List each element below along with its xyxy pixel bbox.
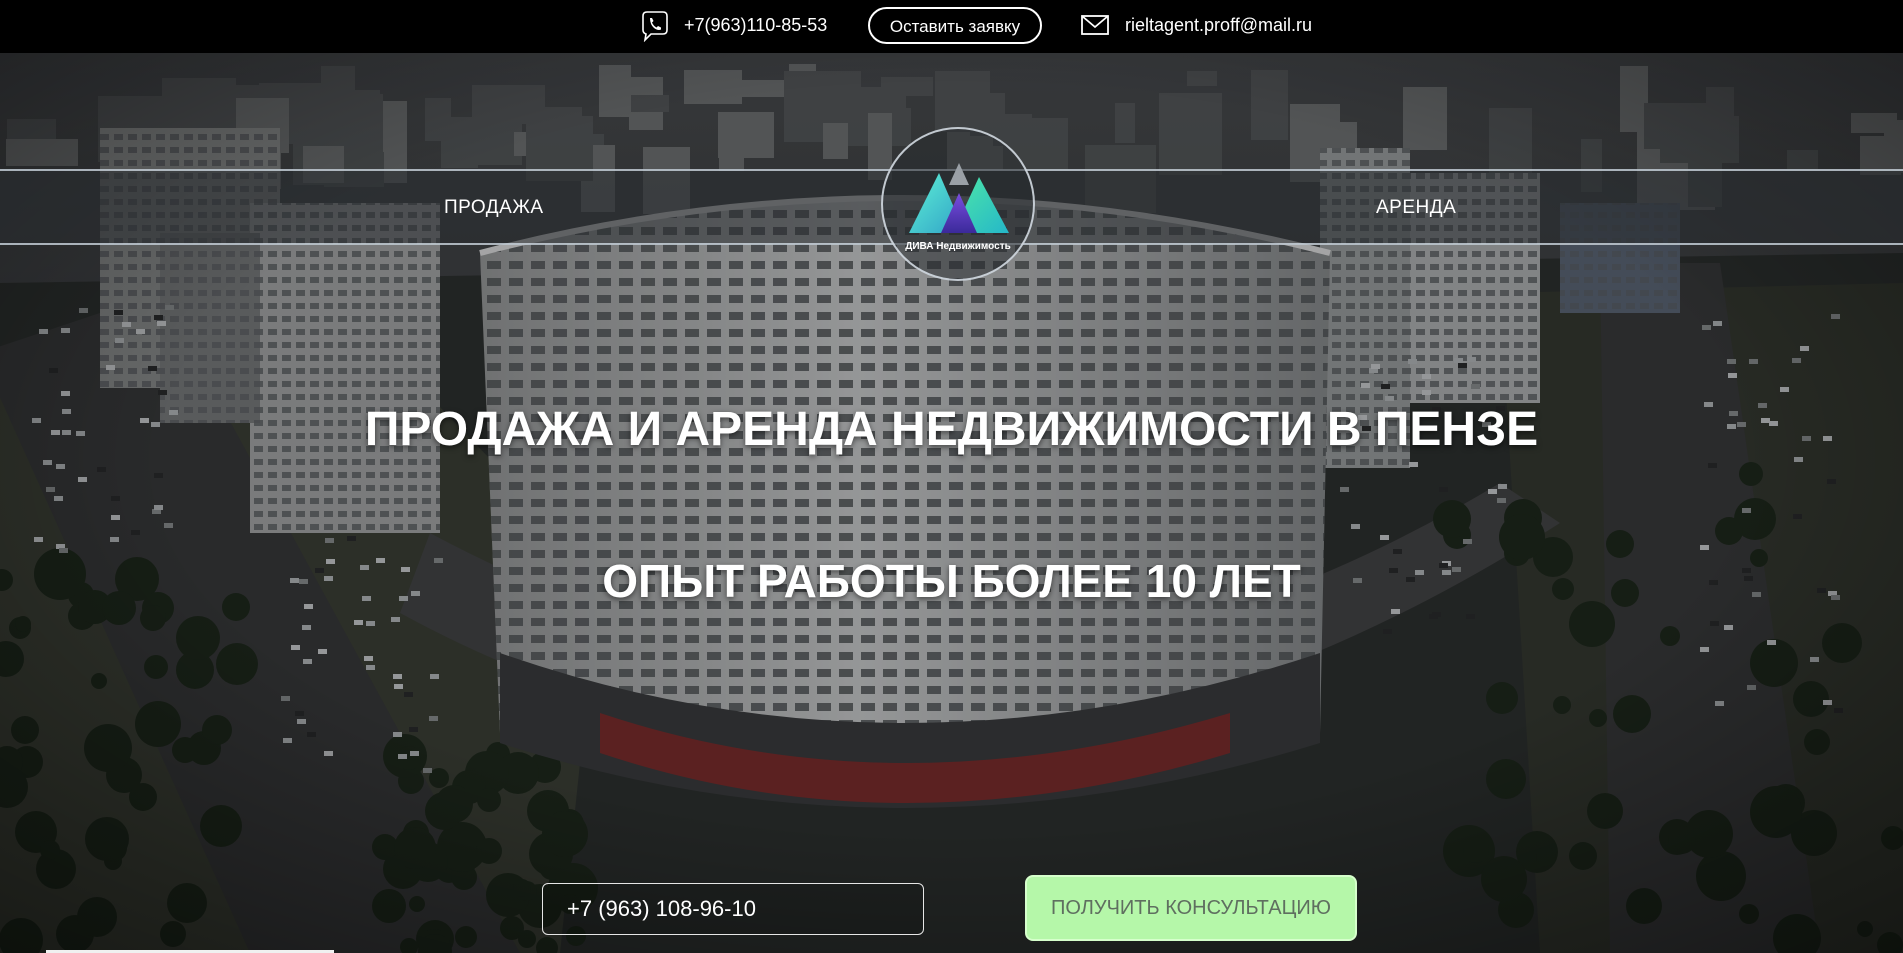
mail-icon[interactable] xyxy=(1080,13,1110,37)
get-consultation-button[interactable]: ПОЛУЧИТЬ КОНСУЛЬТАЦИЮ xyxy=(1025,875,1357,941)
request-button[interactable]: Оставить заявку xyxy=(868,7,1042,44)
hero-headline: ПРОДАЖА И АРЕНДА НЕДВИЖИМОСТИ В ПЕНЗЕ xyxy=(364,403,1539,456)
hero-subheadline: ОПЫТ РАБОТЫ БОЛЕЕ 10 ЛЕТ xyxy=(602,555,1301,607)
nav-sale-link[interactable]: ПРОДАЖА xyxy=(444,197,544,219)
top-bar: +7(963)110-85-53 Оставить заявку rieltag… xyxy=(0,0,1903,53)
logo-text: ДИВА Недвижимость xyxy=(905,241,1011,252)
nav-rent-link[interactable]: АРЕНДА xyxy=(1376,197,1456,219)
phone-icon[interactable] xyxy=(639,10,669,42)
mountain-logo-icon xyxy=(909,163,1009,233)
phone-input[interactable] xyxy=(542,883,924,935)
logo[interactable]: ДИВА Недвижимость xyxy=(881,127,1035,281)
topbar-email[interactable]: rieltagent.proff@mail.ru xyxy=(1125,13,1312,37)
hero-section: ПРОДАЖА АРЕНДА ДИВА Недвижимость ПРОДАЖА… xyxy=(0,53,1903,953)
topbar-phone[interactable]: +7(963)110-85-53 xyxy=(684,13,827,37)
